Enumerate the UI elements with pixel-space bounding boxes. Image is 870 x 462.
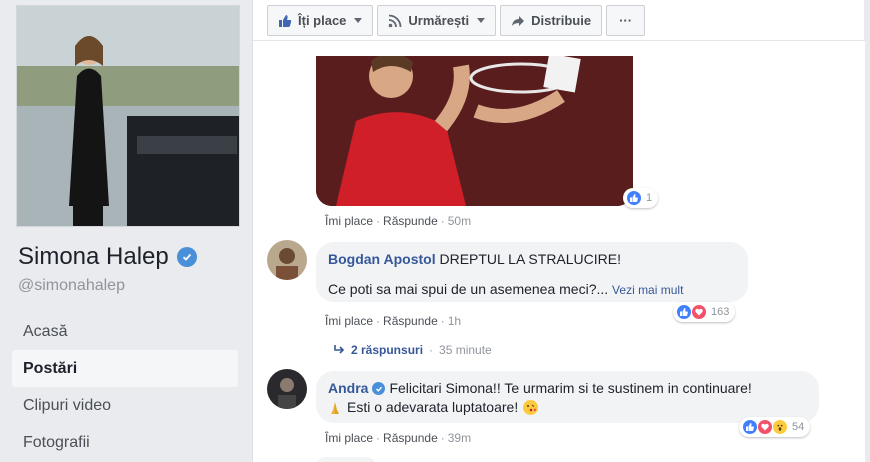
comment-text: Felicitari Simona!! Te urmarim si te sus… <box>389 380 752 396</box>
nav-item-posts[interactable]: Postări <box>12 350 238 387</box>
comment-meta: Îmi place · Răspunde · 39m <box>325 431 472 445</box>
see-more-link[interactable]: Vezi mai mult <box>612 283 683 297</box>
comment-author[interactable]: Bogdan Apostol <box>328 251 436 267</box>
verified-check-icon <box>176 247 197 267</box>
nav-item-home[interactable]: Acasă <box>12 313 238 350</box>
thumbs-up-icon <box>279 14 292 27</box>
comment-reactions[interactable]: 163 <box>673 302 736 322</box>
post-reaction-count: 1 <box>646 192 653 204</box>
like-page-button[interactable]: Îți place <box>267 5 374 36</box>
comment-text: DREPTUL LA STRALUCIRE! <box>439 251 621 267</box>
comment-reply-link[interactable]: Răspunde <box>383 431 438 445</box>
praying-hands-icon <box>328 401 342 415</box>
share-arrow-icon <box>512 15 525 26</box>
next-comment-peek <box>316 457 376 462</box>
comment-time[interactable]: 1h <box>448 314 461 328</box>
comment-text-line2: Ce poti sa mai spui de un asemenea meci?… <box>328 281 609 297</box>
nav-item-photos[interactable]: Fotografii <box>12 424 238 461</box>
comment-bubble: Bogdan Apostol DREPTUL LA STRALUCIRE! Ce… <box>316 242 748 302</box>
comment-meta: Îmi place · Răspunde · 1h <box>325 314 462 328</box>
kiss-face-icon <box>523 400 539 415</box>
post-reply-link[interactable]: Răspunde <box>383 214 438 228</box>
comment-thread: 1 Îmi place · Răspunde · 50m Bogdan Apostol … <box>253 40 865 462</box>
love-reaction-icon <box>757 419 773 435</box>
comment-time[interactable]: 39m <box>448 431 471 445</box>
follow-button[interactable]: Urmărești <box>377 5 497 36</box>
rss-icon <box>389 14 402 27</box>
page-nav: Acasă Postări Clipuri video Fotografii <box>12 313 238 461</box>
left-column: Simona Halep @simonahalep Acasă Postări … <box>0 0 250 462</box>
share-button[interactable]: Distribuie <box>500 5 603 36</box>
comment-bubble: Andra Felicitari Simona!! Te urmarim si … <box>316 371 819 423</box>
chevron-down-icon <box>477 18 486 23</box>
like-reaction-icon <box>742 419 758 435</box>
comment-reaction-count: 54 <box>792 421 805 433</box>
page-name-text: Simona Halep <box>18 243 169 270</box>
post-image[interactable] <box>316 56 633 206</box>
comment-reactions[interactable]: 54 <box>739 417 811 437</box>
share-label: Distribuie <box>531 13 592 28</box>
avatar[interactable] <box>267 369 307 409</box>
comment-reply-link[interactable]: Răspunde <box>383 314 438 328</box>
nav-item-videos[interactable]: Clipuri video <box>12 387 238 424</box>
more-options-button[interactable]: ··· <box>606 5 646 36</box>
comment-like-link[interactable]: Îmi place <box>325 314 373 328</box>
post-like-link[interactable]: Îmi place <box>325 214 373 228</box>
comment-text-line2: Esti o adevarata luptatoare! <box>347 399 519 415</box>
page-handle: @simonahalep <box>18 277 125 294</box>
main-column: Îți place Urmărești Distribuie ··· 1 Îmi… <box>252 0 865 462</box>
follow-label: Urmărești <box>408 13 470 28</box>
more-options-label: ··· <box>619 13 633 28</box>
replies-time: 35 minute <box>439 343 492 357</box>
page-action-bar: Îți place Urmărești Distribuie ··· <box>267 5 646 36</box>
like-reaction-icon <box>626 190 642 206</box>
replies-count-link[interactable]: 2 răspunsuri <box>351 343 423 357</box>
page-title[interactable]: Simona Halep <box>18 243 197 271</box>
profile-photo[interactable] <box>16 5 240 227</box>
love-reaction-icon <box>691 304 707 320</box>
wow-reaction-icon <box>772 419 788 435</box>
reply-arrow-icon <box>334 345 345 354</box>
view-replies[interactable]: 2 răspunsuri · 35 minute <box>333 343 492 357</box>
post-meta: Îmi place · Răspunde · 50m <box>325 214 472 228</box>
avatar[interactable] <box>267 240 307 280</box>
chevron-down-icon <box>354 18 363 23</box>
like-page-label: Îți place <box>298 13 347 28</box>
post-time[interactable]: 50m <box>448 214 471 228</box>
comment-author[interactable]: Andra <box>328 379 368 398</box>
like-reaction-icon <box>676 304 692 320</box>
verified-check-icon <box>372 382 386 395</box>
comment-reaction-count: 163 <box>711 306 730 318</box>
comment-like-link[interactable]: Îmi place <box>325 431 373 445</box>
post-reactions[interactable]: 1 <box>623 188 659 208</box>
